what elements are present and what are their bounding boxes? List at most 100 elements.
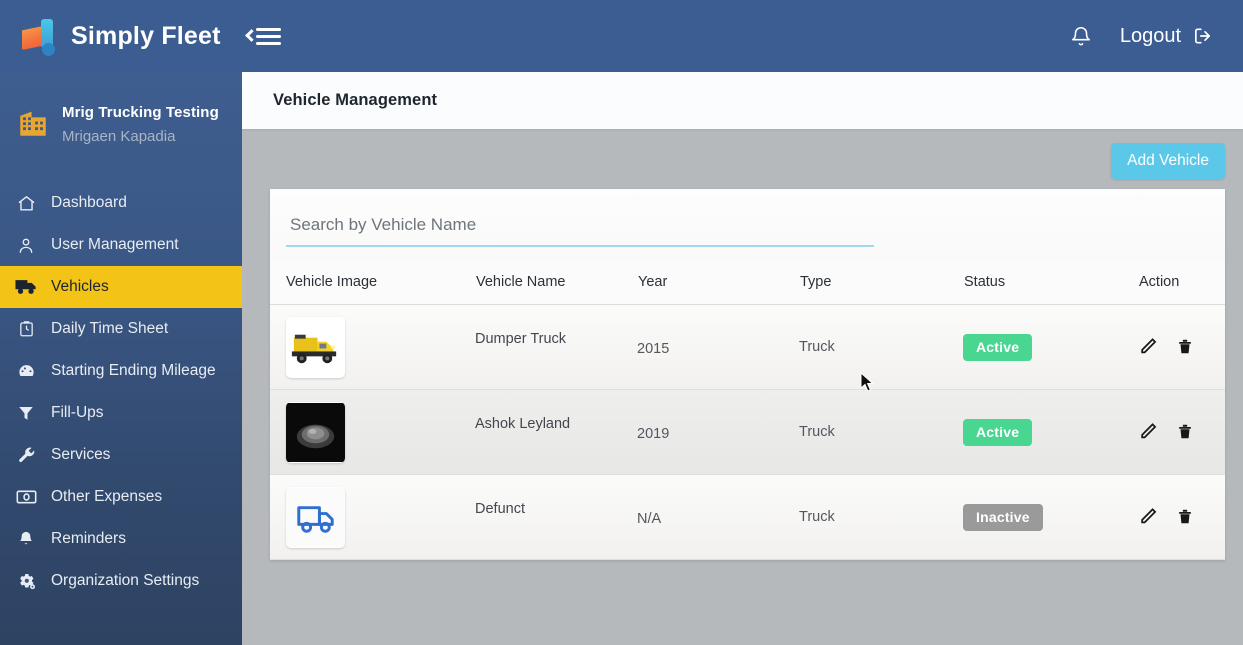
- sidebar-item-user-management[interactable]: User Management: [0, 224, 242, 266]
- action-row: Add Vehicle: [270, 143, 1225, 189]
- cell-status: Inactive: [963, 474, 1138, 560]
- cell-year: N/A: [637, 474, 799, 560]
- cell-vehicle-image: [270, 389, 475, 475]
- column-header-action: Action: [1138, 261, 1225, 305]
- organization-user: Mrigaen Kapadia: [62, 128, 176, 145]
- row-actions: [1138, 336, 1225, 358]
- sidebar-item-organization-settings[interactable]: Organization Settings: [0, 560, 242, 602]
- search-input[interactable]: [286, 213, 874, 247]
- status-badge: Active: [963, 333, 1033, 361]
- sidebar-item-label: Other Expenses: [51, 488, 163, 505]
- sidebar-item-fill-ups[interactable]: Fill-Ups: [0, 392, 242, 434]
- year-text: 2015: [637, 341, 670, 357]
- sidebar-item-other-expenses[interactable]: Other Expenses: [0, 476, 242, 518]
- funnel-icon: [15, 403, 37, 423]
- type-text: Truck: [799, 339, 835, 355]
- trash-icon[interactable]: [1176, 506, 1196, 528]
- cell-type: Truck: [799, 474, 963, 560]
- column-header-year: Year: [637, 261, 799, 305]
- sidebar-item-label: Reminders: [51, 530, 126, 547]
- sidebar: Mrig Trucking Testing Mrigaen Kapadia Da…: [0, 72, 242, 645]
- sidebar-item-dashboard[interactable]: Dashboard: [0, 182, 242, 224]
- notification-bell-icon[interactable]: [1070, 24, 1092, 48]
- year-text: 2019: [637, 426, 670, 442]
- cell-vehicle-name: Ashok Leyland: [475, 389, 637, 475]
- search-zone: [270, 189, 1225, 261]
- column-header-type: Type: [799, 261, 963, 305]
- logo-orange-shape: [22, 26, 43, 50]
- sidebar-item-label: Fill-Ups: [51, 404, 104, 421]
- gears-icon: [15, 571, 37, 591]
- blue-truck-outline-icon: [286, 487, 345, 547]
- cell-vehicle-image: [270, 304, 475, 390]
- status-badge: Inactive: [963, 503, 1043, 531]
- table-header-row: Vehicle Image Vehicle Name Year Type Sta…: [270, 261, 1225, 305]
- organization-name: Mrig Trucking Testing: [62, 104, 219, 122]
- sidebar-item-daily-time-sheet[interactable]: Daily Time Sheet: [0, 308, 242, 350]
- cell-action: [1138, 474, 1225, 560]
- menu-collapse-icon[interactable]: [244, 25, 281, 47]
- logout-button[interactable]: Logout: [1120, 25, 1213, 48]
- table-row[interactable]: Dumper Truck 2015 Truck Active: [270, 304, 1225, 390]
- sidebar-item-starting-ending-mileage[interactable]: Starting Ending Mileage: [0, 350, 242, 392]
- vehicle-name-text: Dumper Truck: [475, 331, 567, 347]
- cell-vehicle-image: [270, 474, 475, 560]
- wrench-icon: [15, 445, 37, 465]
- cell-type: Truck: [799, 304, 963, 390]
- logout-label: Logout: [1119, 24, 1181, 47]
- page-header: Vehicle Management: [242, 72, 1243, 129]
- yellow-dump-truck-photo: [286, 317, 345, 377]
- organization-text: Mrig Trucking Testing Mrigaen Kapadia: [62, 104, 219, 145]
- year-text: N/A: [637, 511, 662, 527]
- table-row[interactable]: Ashok Leyland 2019 Truck Active: [270, 389, 1225, 475]
- brand-logo[interactable]: Simply Fleet: [20, 16, 221, 56]
- logo-blue-dot: [42, 43, 55, 56]
- cell-type: Truck: [799, 389, 963, 475]
- chevron-left-icon: [244, 29, 258, 42]
- sidebar-nav: Dashboard User Management Vehicles Daily…: [0, 182, 242, 602]
- column-header-vehicle-name: Vehicle Name: [475, 261, 637, 305]
- vehicle-table-card: Vehicle Image Vehicle Name Year Type Sta…: [270, 189, 1225, 560]
- trash-icon[interactable]: [1176, 336, 1196, 358]
- cell-status: Active: [963, 389, 1138, 475]
- pencil-icon[interactable]: [1138, 506, 1158, 528]
- sidebar-item-label: User Management: [51, 236, 179, 253]
- row-actions: [1138, 421, 1225, 443]
- sidebar-item-vehicles[interactable]: Vehicles: [0, 266, 242, 308]
- vehicle-thumbnail[interactable]: [286, 316, 345, 378]
- pencil-icon[interactable]: [1138, 336, 1158, 358]
- organization-block: Mrig Trucking Testing Mrigaen Kapadia: [0, 72, 242, 174]
- add-vehicle-button[interactable]: Add Vehicle: [1111, 143, 1225, 179]
- cell-year: 2015: [637, 304, 799, 390]
- pencil-icon[interactable]: [1138, 421, 1158, 443]
- status-badge: Active: [963, 418, 1033, 446]
- cell-action: [1138, 389, 1225, 475]
- vehicle-thumbnail[interactable]: [286, 401, 345, 463]
- table-row[interactable]: Defunct N/A Truck Inactive: [270, 474, 1225, 560]
- sidebar-item-services[interactable]: Services: [0, 434, 242, 476]
- vehicle-thumbnail[interactable]: [286, 486, 345, 548]
- vehicle-table: Vehicle Image Vehicle Name Year Type Sta…: [270, 261, 1225, 560]
- top-header-bar: Simply Fleet Logout: [0, 0, 1243, 72]
- table-header: Vehicle Image Vehicle Name Year Type Sta…: [270, 261, 1225, 305]
- sidebar-item-label: Vehicles: [51, 278, 109, 295]
- cell-year: 2019: [637, 389, 799, 475]
- bell-icon: [15, 529, 37, 549]
- home-icon: [15, 193, 37, 213]
- cell-vehicle-name: Defunct: [475, 474, 637, 560]
- column-header-status: Status: [963, 261, 1138, 305]
- trash-icon[interactable]: [1176, 421, 1196, 443]
- brand-name: Simply Fleet: [71, 21, 221, 50]
- app-root: Simply Fleet Logout Mrig Trucking Testin…: [0, 0, 1243, 645]
- user-icon: [15, 235, 37, 255]
- sidebar-item-reminders[interactable]: Reminders: [0, 518, 242, 560]
- clipboard-icon: [15, 319, 37, 339]
- sidebar-item-label: Organization Settings: [51, 572, 200, 589]
- cell-action: [1138, 304, 1225, 390]
- sidebar-item-label: Daily Time Sheet: [51, 320, 169, 337]
- building-icon: [16, 106, 50, 145]
- simply-fleet-logo-icon: [20, 16, 60, 56]
- vehicle-name-text: Ashok Leyland: [475, 416, 571, 432]
- dark-truck-photo: [286, 402, 345, 462]
- truck-icon: [15, 277, 37, 297]
